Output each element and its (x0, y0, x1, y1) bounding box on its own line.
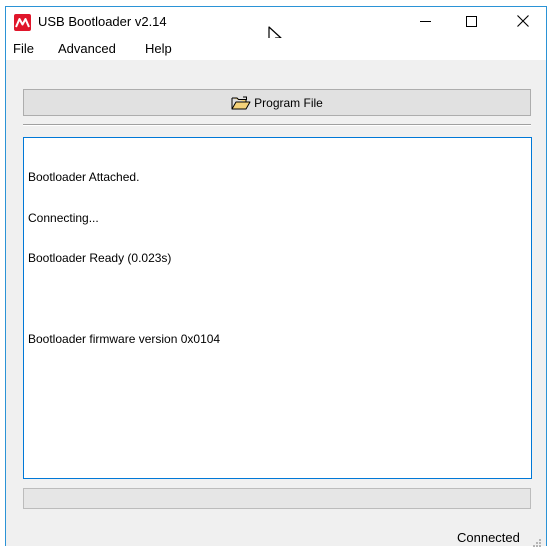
program-file-label: Program File (254, 95, 323, 110)
window-title: USB Bootloader v2.14 (38, 14, 167, 29)
close-button[interactable] (500, 7, 546, 38)
log-line: Connecting... (28, 210, 99, 225)
maximize-icon (465, 14, 477, 32)
minimize-icon (419, 14, 431, 32)
program-file-button[interactable]: Program File (23, 89, 531, 116)
log-line: Bootloader Ready (0.023s) (28, 251, 172, 265)
close-icon (517, 14, 529, 32)
log-line: Bootloader Attached. (28, 170, 140, 184)
menu-file[interactable]: File (13, 41, 34, 56)
folder-open-icon (231, 96, 251, 110)
resize-grip-icon[interactable] (532, 535, 542, 553)
separator (23, 124, 531, 126)
progress-bar (23, 488, 531, 509)
maximize-button[interactable] (448, 7, 494, 38)
microchip-logo-icon (14, 14, 31, 31)
title-bar[interactable]: USB Bootloader v2.14 (6, 7, 546, 47)
menu-bar: File Advanced Help (6, 38, 546, 60)
menu-advanced[interactable]: Advanced (58, 41, 116, 56)
log-line: Bootloader firmware version 0x0104 (28, 332, 221, 346)
menu-help[interactable]: Help (145, 41, 172, 56)
status-text: Connected (457, 530, 520, 545)
minimize-button[interactable] (402, 7, 448, 38)
bootloader-window: USB Bootloader v2.14 File Advanced Help (5, 6, 547, 547)
log-output[interactable]: Bootloader Attached. Connecting... Bootl… (23, 137, 532, 479)
